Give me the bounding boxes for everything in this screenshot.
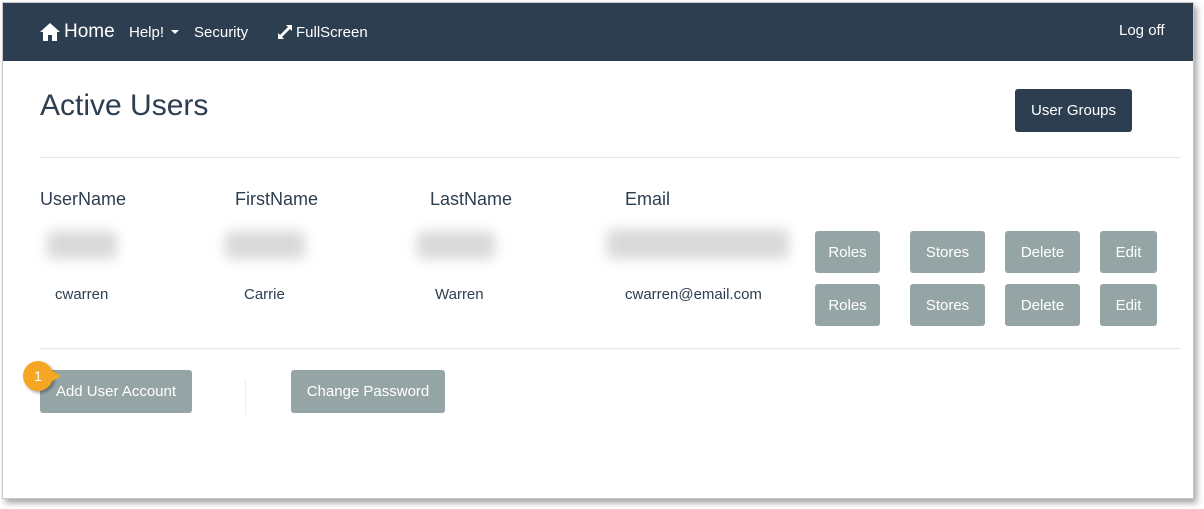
nav-logoff-label: Log off <box>1119 21 1165 39</box>
edit-button[interactable]: Edit <box>1100 284 1157 326</box>
cell-email: cwarren@email.com <box>625 286 762 303</box>
redacted-username <box>47 231 117 259</box>
redacted-firstname <box>225 231 305 259</box>
roles-button[interactable]: Roles <box>815 231 880 273</box>
column-header-lastname: LastName <box>430 189 513 209</box>
stores-button[interactable]: Stores <box>910 284 985 326</box>
divider-bottom <box>40 348 1181 349</box>
edit-button[interactable]: Edit <box>1100 231 1157 273</box>
nav-security[interactable]: Security <box>194 3 248 61</box>
top-navbar: Home Help! Security FullScreen Log off <box>3 3 1193 61</box>
expand-icon <box>278 25 292 39</box>
change-password-button[interactable]: Change Password <box>291 370 445 413</box>
cell-lastname: Warren <box>435 286 484 303</box>
divider-top <box>40 157 1181 158</box>
stores-button[interactable]: Stores <box>910 231 985 273</box>
cell-username: cwarren <box>55 286 109 303</box>
column-header-firstname: FirstName <box>235 189 319 209</box>
button-separator <box>245 379 246 415</box>
user-groups-button[interactable]: User Groups <box>1015 89 1132 132</box>
nav-logoff[interactable]: Log off <box>1119 3 1165 59</box>
nav-help-dropdown[interactable]: Help! <box>129 3 180 61</box>
home-icon <box>40 23 60 41</box>
delete-button[interactable]: Delete <box>1005 284 1080 326</box>
nav-security-label: Security <box>194 23 249 41</box>
column-header-username: UserName <box>40 189 127 209</box>
nav-help-label: Help! <box>129 23 165 41</box>
page-title: Active Users <box>40 89 209 122</box>
delete-button[interactable]: Delete <box>1005 231 1080 273</box>
column-header-email: Email <box>625 189 671 209</box>
add-user-account-button[interactable]: Add User Account <box>40 370 192 413</box>
callout-badge: 1 <box>23 361 61 391</box>
redacted-lastname <box>417 231 495 259</box>
redacted-email <box>607 229 789 259</box>
roles-button[interactable]: Roles <box>815 284 880 326</box>
nav-fullscreen[interactable]: FullScreen <box>277 3 368 61</box>
nav-home-label: Home <box>64 21 115 42</box>
caret-down-icon <box>171 30 180 34</box>
nav-fullscreen-label: FullScreen <box>296 23 368 41</box>
nav-home[interactable]: Home <box>39 3 115 61</box>
cell-firstname: Carrie <box>244 286 285 303</box>
app-window: Home Help! Security FullScreen Log off A… <box>2 2 1194 499</box>
